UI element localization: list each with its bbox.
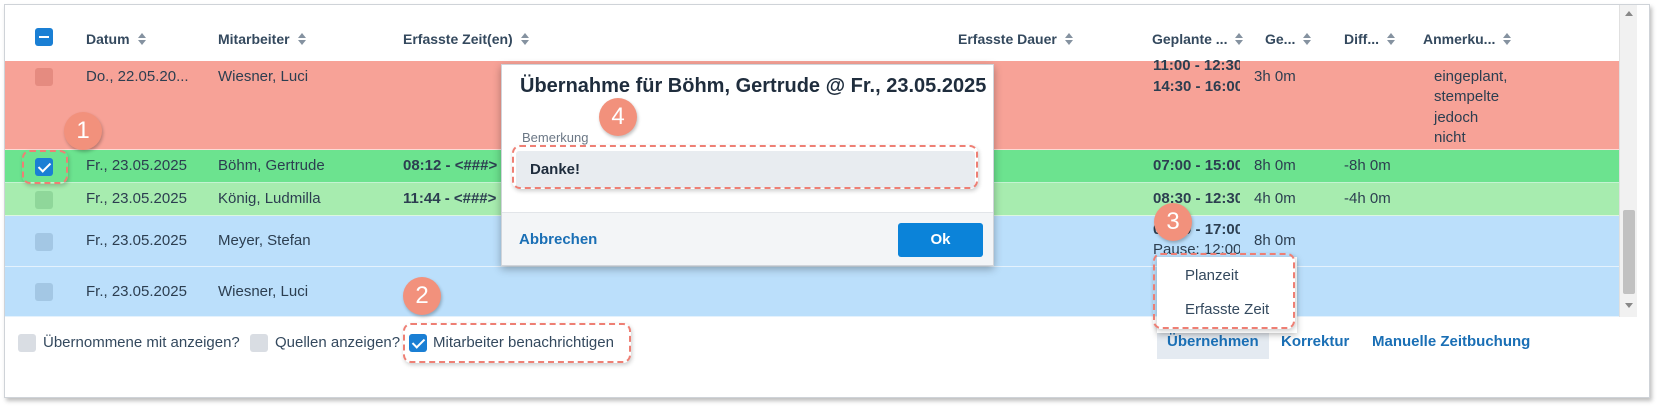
column-header-datum[interactable]: Datum: [86, 31, 146, 47]
column-header-erfasste-zeiten[interactable]: Erfasste Zeit(en): [403, 31, 529, 47]
cell-datum: Fr., 23.05.2025: [86, 283, 187, 300]
cell-anmerkung: eingeplant,: [1434, 68, 1508, 85]
quellen-checkbox[interactable]: [250, 334, 268, 352]
ok-button[interactable]: Ok: [898, 223, 983, 257]
cell-diff: -8h 0m: [1344, 157, 1391, 174]
cell-geplante: 14:30 - 16:00: [1153, 78, 1240, 95]
cell-erfasste: 08:12 - <###>: [403, 157, 498, 174]
cell-ge: 4h 0m: [1254, 190, 1296, 207]
callout-badge: 4: [599, 98, 637, 136]
table-row[interactable]: Fr., 23.05.2025 Wiesner, Luci: [5, 267, 1619, 317]
cell-mitarbeiter: Böhm, Gertrude: [218, 157, 325, 174]
column-header-erfasste-dauer[interactable]: Erfasste Dauer: [958, 31, 1073, 47]
cell-datum: Do., 22.05.20...: [86, 68, 189, 85]
sort-icon: [297, 33, 306, 45]
cell-anmerkung: nicht: [1434, 129, 1466, 146]
window-frame: Datum Mitarbeiter Erfasste Zeit(en) Erfa…: [4, 4, 1650, 398]
column-header-label: Geplante ...: [1152, 31, 1228, 47]
cell-ge: 8h 0m: [1254, 232, 1296, 249]
sort-icon: [1064, 33, 1073, 45]
scroll-up-icon[interactable]: [1625, 11, 1633, 16]
column-header-label: Mitarbeiter: [218, 31, 290, 47]
quellen-label: Quellen anzeigen?: [275, 334, 401, 351]
column-header-label: Erfasste Zeit(en): [403, 31, 513, 47]
table-header: Datum Mitarbeiter Erfasste Zeit(en) Erfa…: [5, 5, 1619, 65]
uebernommene-label: Übernommene mit anzeigen?: [43, 334, 240, 351]
row-checkbox[interactable]: [35, 283, 53, 301]
vertical-scrollbar[interactable]: [1619, 5, 1637, 317]
column-header-label: Erfasste Dauer: [958, 31, 1057, 47]
manuelle-zeitbuchung-button[interactable]: Manuelle Zeitbuchung: [1362, 325, 1540, 359]
cell-anmerkung: stempelte: [1434, 88, 1500, 105]
cell-datum: Fr., 23.05.2025: [86, 232, 187, 249]
highlight-box: [512, 145, 978, 189]
column-header-anmerkung[interactable]: Anmerku...: [1423, 31, 1512, 47]
column-header-mitarbeiter[interactable]: Mitarbeiter: [218, 31, 306, 47]
cell-anmerkung: jedoch: [1434, 109, 1479, 126]
column-header-label: Diff...: [1344, 31, 1379, 47]
callout-badge: 1: [64, 112, 102, 150]
cell-mitarbeiter: Meyer, Stefan: [218, 232, 311, 249]
highlight-box: [1153, 253, 1295, 329]
cell-erfasste: 11:44 - <###>: [403, 190, 497, 207]
cell-ge: 3h 0m: [1254, 68, 1296, 85]
callout-badge: 3: [1154, 203, 1192, 241]
highlight-box: [403, 323, 631, 363]
cell-geplante: 11:00 - 12:30: [1153, 57, 1240, 74]
column-header-label: Ge...: [1265, 31, 1296, 47]
cell-mitarbeiter: Wiesner, Luci: [218, 68, 309, 85]
sort-icon: [1387, 33, 1395, 45]
sort-icon: [1235, 33, 1244, 45]
column-header-label: Anmerku...: [1423, 31, 1496, 47]
select-all-checkbox[interactable]: [35, 28, 53, 46]
cell-mitarbeiter: König, Ludmilla: [218, 190, 321, 207]
cell-ge: 8h 0m: [1254, 157, 1296, 174]
column-header-geplante[interactable]: Geplante ...: [1152, 31, 1244, 47]
column-header-label: Datum: [86, 31, 130, 47]
cell-datum: Fr., 23.05.2025: [86, 157, 187, 174]
abbrechen-button[interactable]: Abbrechen: [519, 231, 597, 248]
column-header-ge[interactable]: Ge...: [1265, 31, 1312, 47]
sort-icon: [520, 33, 529, 45]
cell-geplante: 07:00 - 15:00: [1153, 157, 1240, 174]
scroll-down-icon[interactable]: [1625, 303, 1633, 308]
cell-diff: -4h 0m: [1344, 190, 1391, 207]
cell-mitarbeiter: Wiesner, Luci: [218, 283, 309, 300]
dialog-footer: Abbrechen Ok: [502, 212, 993, 265]
bemerkung-label: Bemerkung: [522, 130, 589, 145]
dialog-title: Übernahme für Böhm, Gertrude @ Fr., 23.0…: [520, 75, 987, 97]
callout-badge: 2: [403, 277, 441, 315]
scrollbar-thumb[interactable]: [1623, 210, 1635, 294]
sort-icon: [137, 33, 146, 45]
row-checkbox[interactable]: [35, 68, 53, 86]
cell-datum: Fr., 23.05.2025: [86, 190, 187, 207]
row-checkbox[interactable]: [35, 233, 53, 251]
column-header-diff[interactable]: Diff...: [1344, 31, 1395, 47]
row-checkbox[interactable]: [35, 191, 53, 209]
highlight-box: [22, 150, 68, 184]
sort-icon: [1503, 33, 1512, 45]
sort-icon: [1303, 33, 1312, 45]
uebernommene-checkbox[interactable]: [18, 334, 36, 352]
